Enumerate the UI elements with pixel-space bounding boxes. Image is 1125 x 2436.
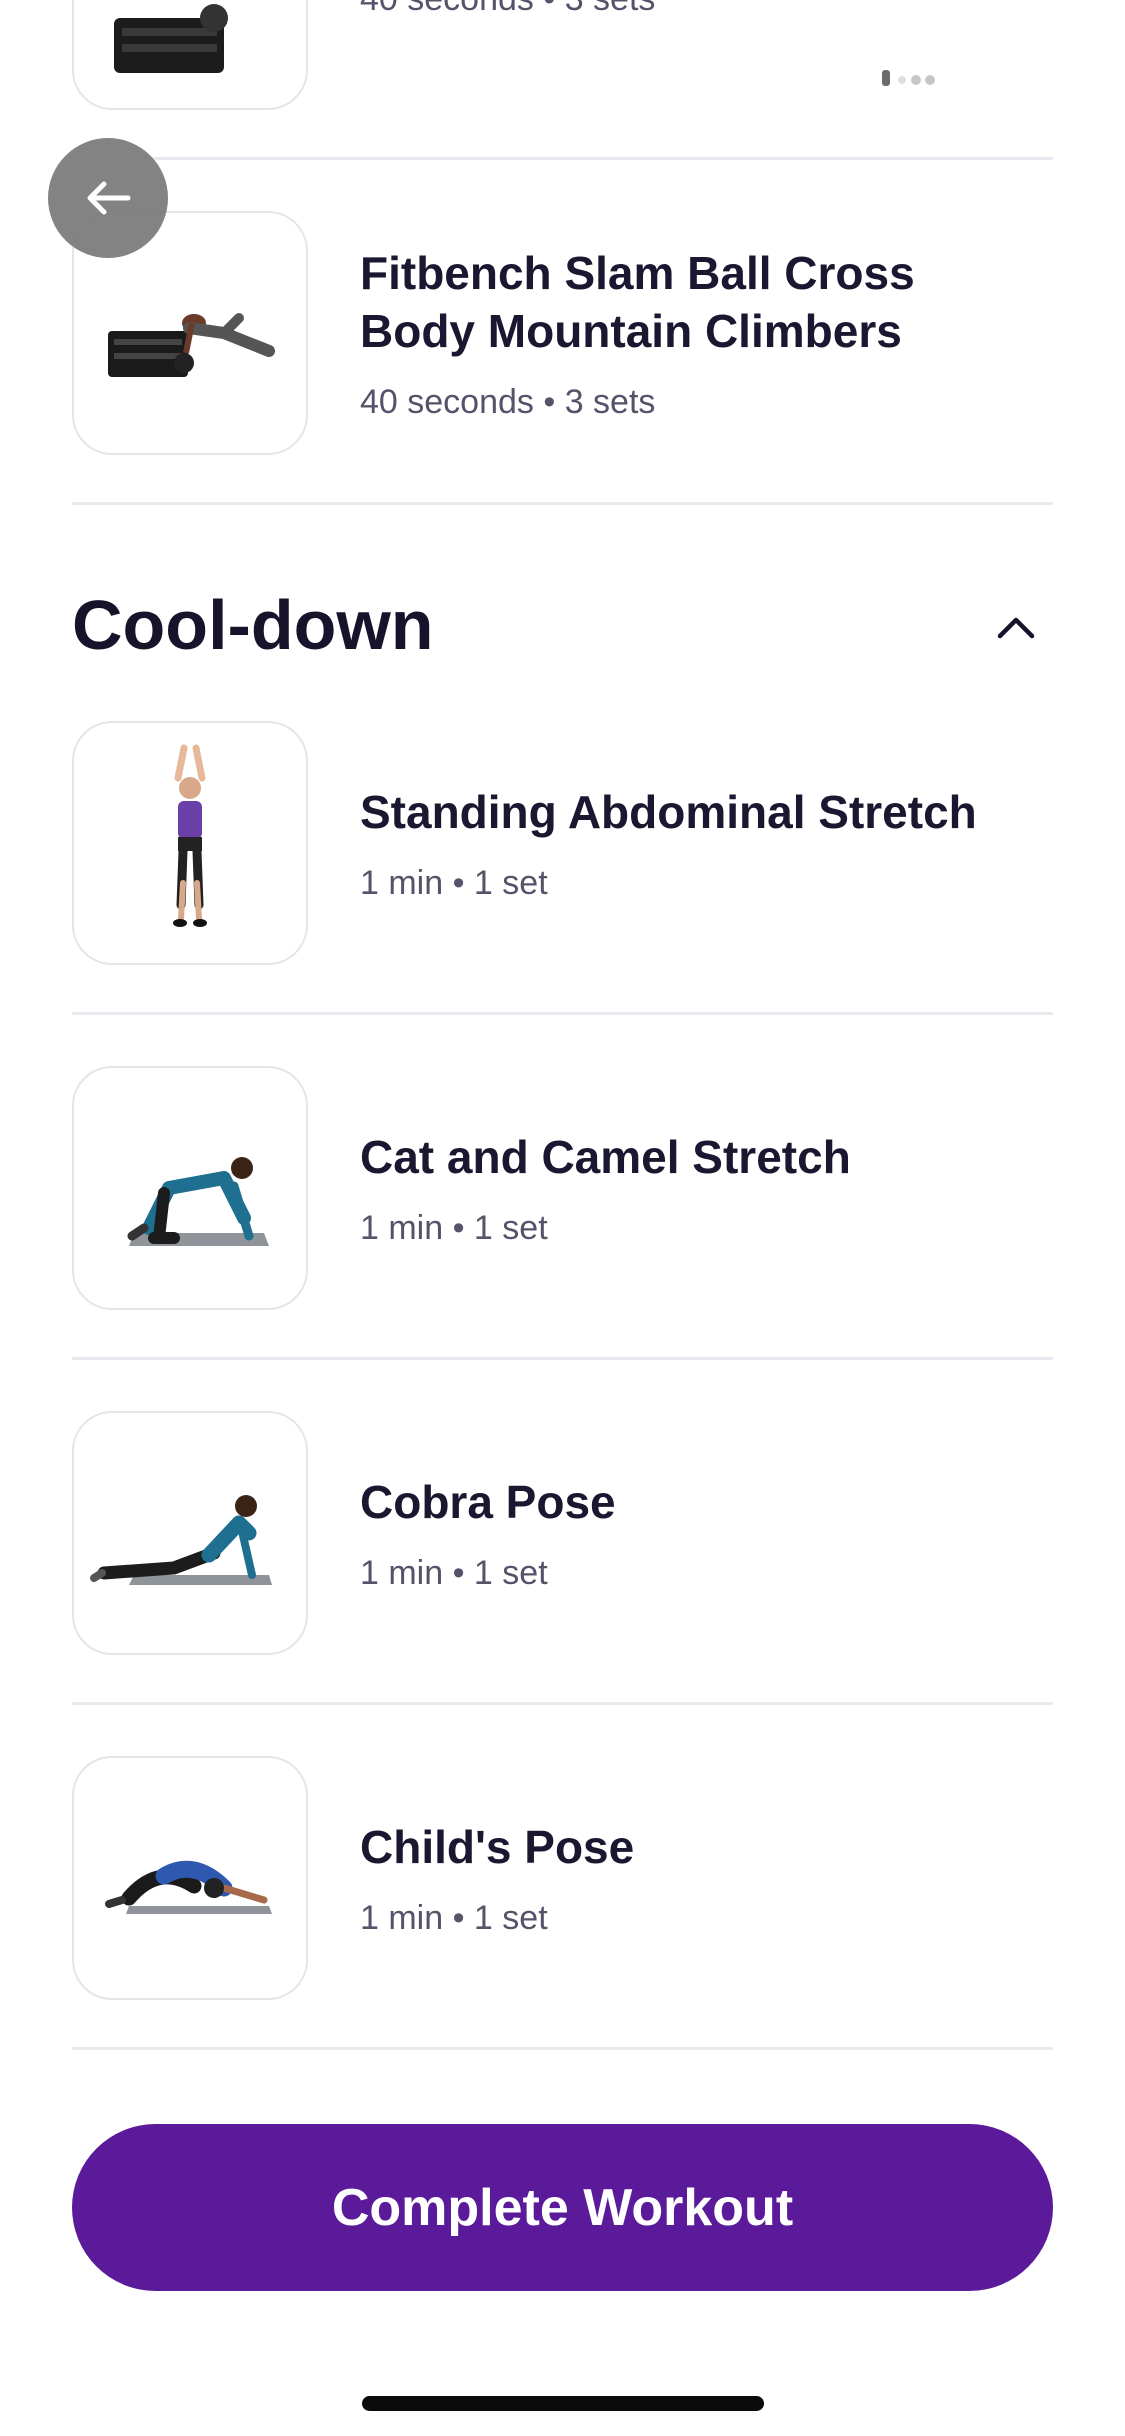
chevron-up-icon[interactable]: [994, 606, 1038, 650]
arrow-left-icon: [87, 181, 131, 215]
divider: [72, 502, 1053, 505]
exercise-image: [114, 4, 228, 73]
exercise-name: Standing Abdominal Stretch: [360, 785, 977, 838]
exercise-image: [105, 1860, 272, 1914]
section-title: Cool-down: [72, 586, 434, 664]
list-item[interactable]: Standing Abdominal Stretch 1 min • 1 set: [72, 670, 1053, 1015]
exercise-thumbnail: [72, 1756, 308, 2000]
exercise-thumbnail: [72, 1066, 308, 1310]
exercise-meta: 1 min • 1 set: [360, 1898, 548, 1937]
exercise-meta: 1 min • 1 set: [360, 1553, 548, 1592]
page-indicator: [882, 70, 935, 86]
exercise-image: [127, 1157, 269, 1246]
exercise-meta: 40 seconds • 3 sets: [360, 382, 656, 421]
exercise-thumbnail: [72, 0, 308, 110]
exercise-image: [173, 744, 207, 927]
exercise-name: Fitbench Slam Ball Cross Body Mountain C…: [360, 246, 915, 357]
back-button[interactable]: [48, 138, 168, 258]
exercise-name: Cobra Pose: [360, 1475, 616, 1528]
exercise-name: Child's Pose: [360, 1820, 635, 1873]
exercise-thumbnail: [72, 1411, 308, 1655]
exercise-meta: 1 min • 1 set: [360, 863, 548, 902]
list-item[interactable]: Cat and Camel Stretch 1 min • 1 set: [72, 1015, 1053, 1360]
exercise-thumbnail: [72, 721, 308, 965]
home-indicator: [362, 2396, 764, 2411]
divider: [72, 2047, 1053, 2050]
exercise-image: [90, 1495, 272, 1585]
list-item[interactable]: Child's Pose 1 min • 1 set: [72, 1705, 1053, 2050]
exercise-meta: 40 seconds • 3 sets: [360, 0, 1033, 19]
list-item[interactable]: Fitbench Slam Ball Cross Body Mountain C…: [72, 160, 1053, 505]
exercise-name: Cat and Camel Stretch: [360, 1130, 851, 1183]
complete-workout-button[interactable]: Complete Workout: [72, 2124, 1053, 2291]
list-item[interactable]: Cobra Pose 1 min • 1 set: [72, 1360, 1053, 1705]
exercise-meta: 1 min • 1 set: [360, 1208, 548, 1247]
